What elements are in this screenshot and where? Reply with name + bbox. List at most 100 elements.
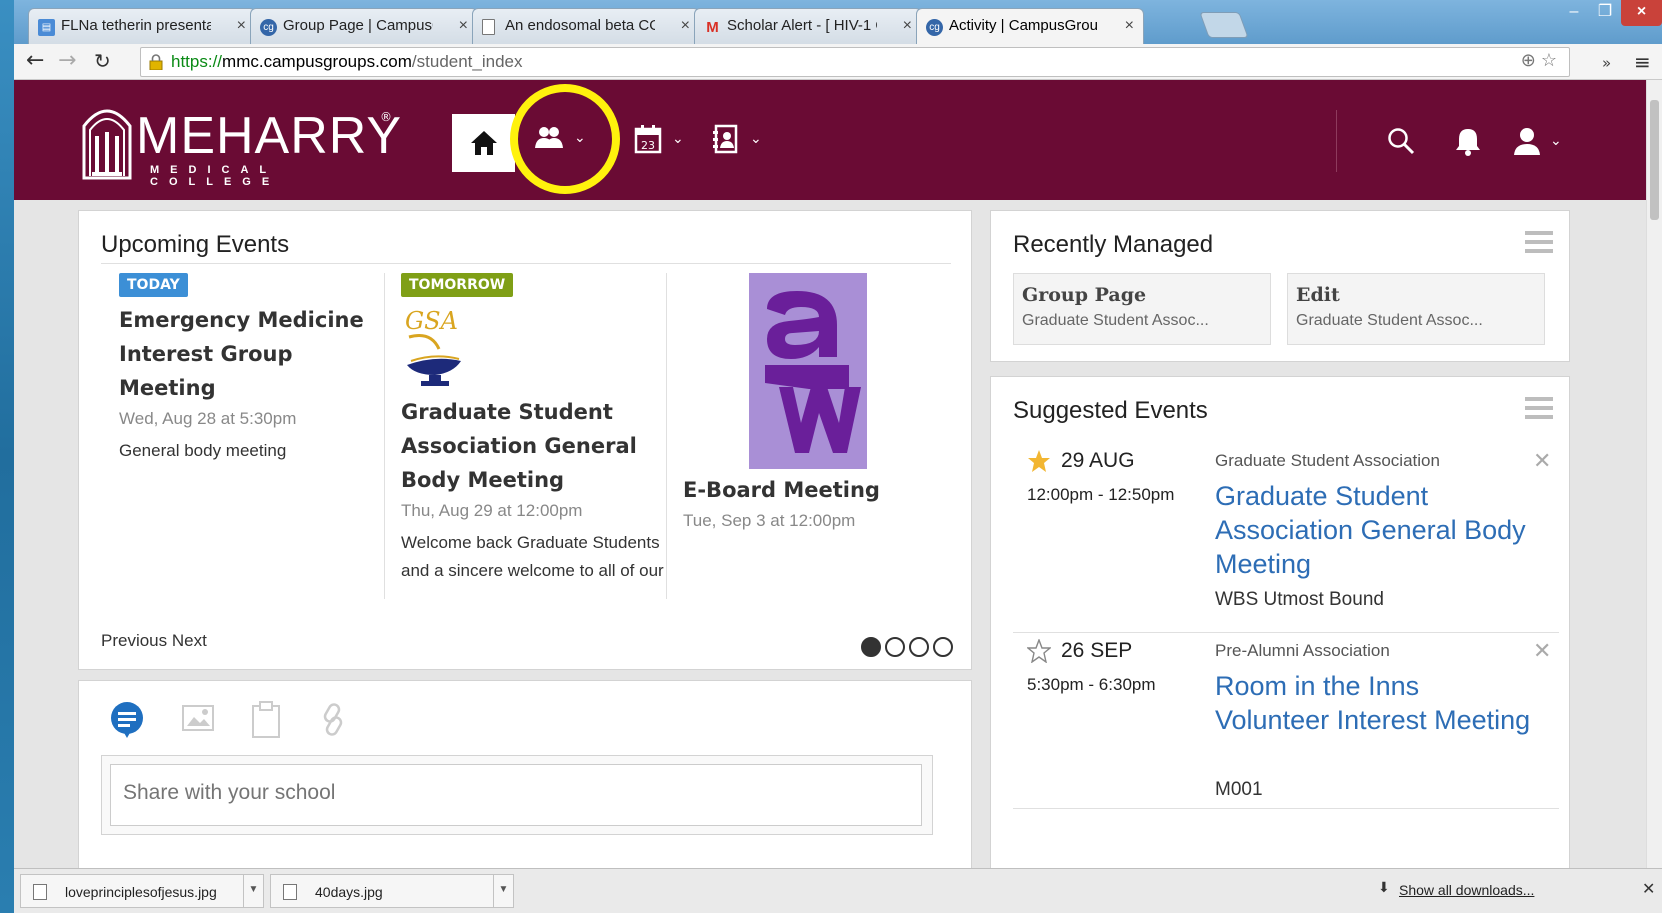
menu-icon[interactable] (1525, 231, 1553, 255)
carousel-dot[interactable] (861, 637, 881, 657)
gmail-icon: M (706, 19, 719, 36)
campusgroups-icon: cg (926, 19, 943, 36)
site-header: MEHARRY ® MEDICAL COLLEGE ⌄ 23 ⌄ ⌄ ⌄ (14, 80, 1646, 200)
home-button[interactable] (452, 114, 515, 172)
item-subtitle: Graduate Student Assoc... (1022, 312, 1209, 329)
event-title[interactable]: E-Board Meeting (683, 473, 956, 507)
address-bar[interactable]: https://mmc.campusgroups.com/student_ind… (140, 47, 1570, 77)
event-time: 5:30pm - 6:30pm (1027, 675, 1156, 694)
event-organization: Graduate Student Association (1215, 451, 1440, 470)
close-icon[interactable]: × (903, 17, 912, 35)
downloads-bar: loveprinciplesofjesus.jpg ▼ 40days.jpg ▼… (14, 868, 1662, 913)
event-description: General body meeting (119, 441, 287, 460)
show-all-downloads-link[interactable]: Show all downloads... (1399, 882, 1534, 898)
previous-link[interactable]: Previous (101, 631, 167, 650)
zoom-icon[interactable]: ⊕ (1521, 50, 1536, 70)
chevron-down-icon[interactable]: ▼ (493, 875, 513, 907)
download-arrow-icon: ⬇ (1378, 880, 1390, 896)
forward-arrow-icon[interactable]: → (58, 50, 76, 72)
next-link[interactable]: Next (172, 631, 207, 650)
link-icon[interactable] (317, 701, 349, 739)
dismiss-icon[interactable]: ✕ (1533, 449, 1551, 474)
carousel-dot[interactable] (909, 637, 929, 657)
share-input[interactable] (110, 764, 922, 826)
tab-endosomal[interactable]: An endosomal beta COP i × (472, 8, 700, 44)
download-item[interactable]: loveprinciplesofjesus.jpg ▼ (20, 874, 264, 908)
carousel-nav: Previous Next (101, 631, 207, 651)
clipboard-icon[interactable] (251, 701, 281, 739)
minimize-button[interactable]: – (1559, 0, 1589, 26)
event-title[interactable]: Emergency Medicine Interest Group Meetin… (119, 303, 369, 405)
logo-text: MEHARRY (136, 107, 403, 165)
search-icon (1388, 128, 1415, 155)
user-icon (1514, 128, 1540, 155)
events-menu-button[interactable]: 23 ⌄ (634, 124, 684, 154)
tomorrow-badge: TOMORROW (401, 273, 514, 297)
window-close-button[interactable]: × (1621, 0, 1662, 26)
post-speech-icon[interactable] (109, 701, 145, 739)
desktop-background (0, 0, 14, 913)
menu-icon[interactable] (1525, 397, 1553, 421)
extensions-overflow-icon[interactable]: » (1602, 54, 1611, 72)
page-scrollbar[interactable] (1646, 80, 1662, 868)
reload-icon[interactable]: ↻ (94, 50, 111, 72)
event-location: M001 (1215, 779, 1263, 800)
image-icon[interactable] (181, 701, 215, 735)
svg-text:GSA: GSA (405, 307, 458, 335)
page-viewport: MEHARRY ® MEDICAL COLLEGE ⌄ 23 ⌄ ⌄ ⌄ Upc… (14, 80, 1646, 868)
event-card[interactable]: TOMORROW GSA Graduate Student Associatio… (384, 273, 666, 599)
star-outline-icon[interactable] (1027, 639, 1051, 663)
scrollbar-thumb[interactable] (1650, 100, 1659, 220)
close-icon[interactable]: × (681, 17, 690, 35)
tab-activity[interactable]: cg Activity | CampusGroups × (916, 8, 1144, 44)
download-item[interactable]: 40days.jpg ▼ (270, 874, 514, 908)
search-button[interactable] (1386, 126, 1416, 160)
event-description: Welcome back Graduate Students and a sin… (401, 533, 664, 580)
event-time: 12:00pm - 12:50pm (1027, 485, 1175, 504)
bell-icon (1456, 129, 1480, 156)
tab-flna-presentation[interactable]: ▤ FLNa tetherin presentatior × (28, 8, 256, 44)
page-icon (482, 19, 495, 35)
recently-managed-item[interactable]: Edit Graduate Student Assoc... (1287, 273, 1545, 345)
close-icon[interactable]: × (1125, 17, 1134, 35)
star-filled-icon[interactable] (1027, 449, 1051, 473)
directory-menu-button[interactable]: ⌄ (712, 124, 762, 154)
post-composer-card (78, 680, 972, 868)
card-title: Upcoming Events (101, 231, 290, 258)
close-icon[interactable]: ✕ (1642, 879, 1655, 898)
event-title[interactable]: Graduate Student Association General Bod… (401, 395, 666, 497)
tab-scholar-alert[interactable]: M Scholar Alert - [ HIV-1 Gag × (694, 8, 922, 44)
dismiss-icon[interactable]: ✕ (1533, 639, 1551, 664)
back-arrow-icon[interactable]: ← (26, 50, 44, 72)
recently-managed-card: Recently Managed Group Page Graduate Stu… (990, 210, 1570, 362)
event-title-link[interactable]: Room in the Inns Volunteer Interest Meet… (1215, 669, 1535, 737)
event-card[interactable]: TODAY Emergency Medicine Interest Group … (119, 273, 369, 599)
item-title: Edit (1296, 284, 1340, 306)
event-date: 29 AUG (1061, 449, 1135, 472)
image-file-icon (33, 884, 47, 900)
awd-logo-image (749, 273, 867, 469)
recently-managed-item[interactable]: Group Page Graduate Student Assoc... (1013, 273, 1271, 345)
user-menu-button[interactable]: ⌄ (1512, 126, 1562, 156)
carousel-dot[interactable] (885, 637, 905, 657)
item-subtitle: Graduate Student Assoc... (1296, 312, 1483, 329)
calendar-icon: 23 (634, 125, 662, 154)
meharry-logo[interactable]: MEHARRY ® MEDICAL COLLEGE (80, 102, 401, 188)
carousel-dot[interactable] (933, 637, 953, 657)
bookmark-star-icon[interactable]: ☆ (1541, 50, 1557, 70)
maximize-button[interactable]: ❐ (1590, 0, 1620, 26)
tab-group-page[interactable]: cg Group Page | CampusGro × (250, 8, 478, 44)
close-icon[interactable]: × (237, 17, 246, 35)
event-title-link[interactable]: Graduate Student Association General Bod… (1215, 479, 1535, 581)
new-tab-button[interactable] (1199, 12, 1249, 38)
event-card[interactable]: E-Board Meeting Tue, Sep 3 at 12:00pm (666, 273, 956, 599)
event-organization: Pre-Alumni Association (1215, 641, 1390, 660)
download-filename: 40days.jpg (315, 884, 383, 900)
close-icon[interactable]: × (459, 17, 468, 35)
divider (101, 263, 951, 264)
gsa-logo-image: GSA (405, 307, 461, 386)
event-date: Tue, Sep 3 at 12:00pm (683, 511, 856, 530)
browser-menu-icon[interactable]: ≡ (1634, 50, 1651, 74)
chevron-down-icon[interactable]: ▼ (243, 875, 263, 907)
notifications-button[interactable] (1454, 126, 1482, 160)
